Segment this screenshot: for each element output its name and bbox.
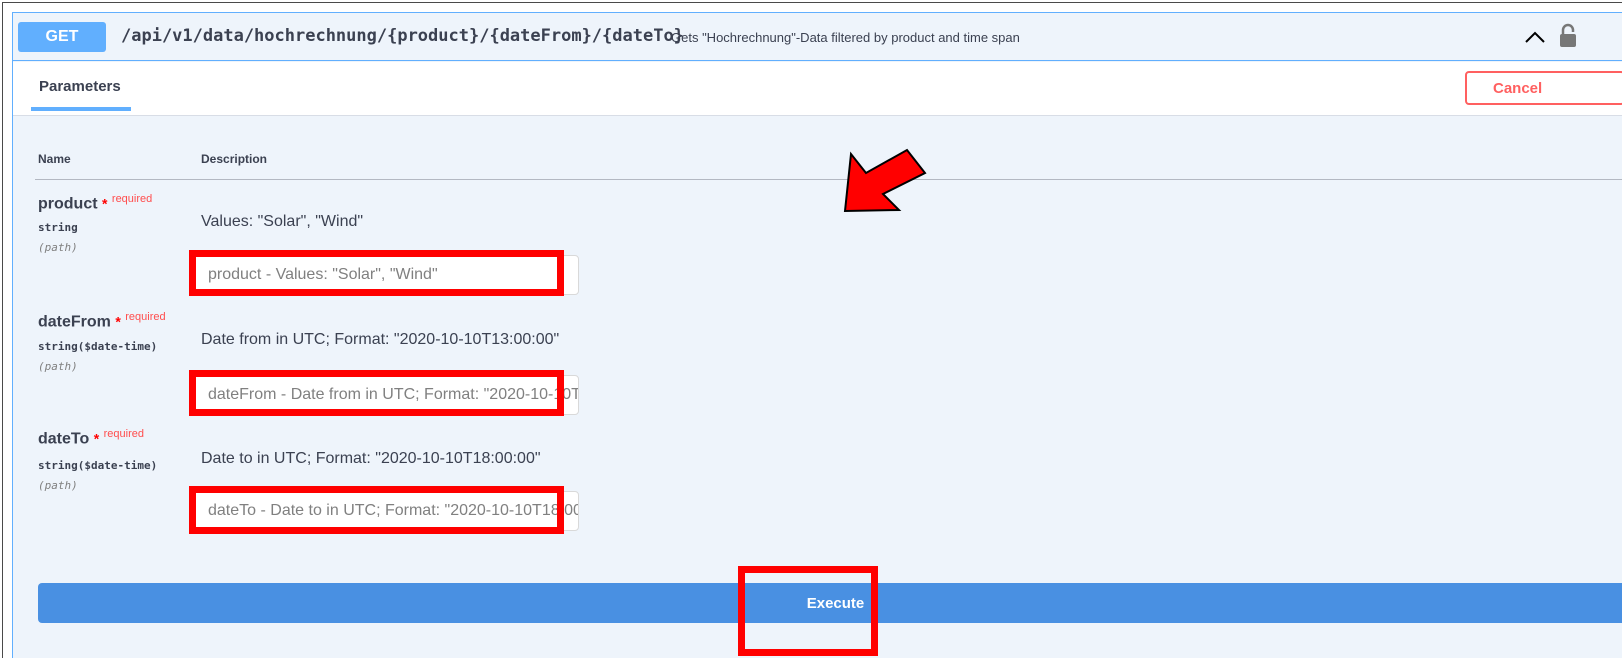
param-description-product: Values: "Solar", "Wind"	[201, 213, 364, 230]
parameters-header: Parameters Cancel	[13, 62, 1622, 116]
param-in-product: (path)	[38, 241, 78, 254]
operation-path: /api/v1/data/hochrechnung/{product}/{dat…	[121, 26, 684, 46]
required-label: required	[103, 428, 144, 440]
param-in-dateto: (path)	[38, 479, 78, 492]
required-label: required	[111, 193, 153, 205]
header-divider	[35, 179, 1622, 180]
param-name-text: product	[38, 195, 98, 213]
product-input[interactable]: product - Values: "Solar", "Wind"	[193, 255, 579, 295]
param-description-dateto: Date to in UTC; Format: "2020-10-10T18:0…	[201, 450, 541, 467]
param-name-text: dateFrom	[38, 313, 111, 331]
operation-summary-text: Gets "Hochrechnung"-Data filtered by pro…	[671, 30, 1020, 45]
dateto-input[interactable]: dateTo - Date to in UTC; Format: "2020-1…	[193, 491, 579, 531]
column-header-name: Name	[38, 152, 71, 166]
param-name-dateto: dateTo * required	[38, 428, 144, 448]
operation-block: GET /api/v1/data/hochrechnung/{product}/…	[12, 12, 1622, 658]
cancel-button[interactable]: Cancel	[1465, 71, 1622, 105]
lock-icon[interactable]	[1558, 23, 1578, 49]
param-name-product: product * required	[38, 193, 152, 213]
execute-button[interactable]: Execute	[38, 583, 1622, 623]
param-in-datefrom: (path)	[38, 360, 78, 373]
param-name-datefrom: dateFrom * required	[38, 311, 166, 331]
operation-summary[interactable]: GET /api/v1/data/hochrechnung/{product}/…	[13, 13, 1622, 61]
param-type-product: string	[38, 221, 78, 234]
arrow-icon	[843, 148, 927, 213]
param-description-datefrom: Date from in UTC; Format: "2020-10-10T13…	[201, 331, 560, 348]
param-type-datefrom: string($date-time)	[38, 340, 158, 353]
tab-parameters[interactable]: Parameters	[39, 78, 121, 95]
required-star: *	[102, 195, 108, 212]
param-name-text: dateTo	[38, 430, 90, 448]
required-star: *	[93, 430, 100, 447]
column-header-description: Description	[201, 152, 268, 166]
param-type-dateto: string($date-time)	[38, 459, 158, 472]
tab-active-indicator	[31, 107, 131, 111]
method-badge: GET	[18, 22, 106, 52]
required-label: required	[125, 311, 166, 323]
chevron-up-icon[interactable]	[1523, 27, 1547, 47]
datefrom-input[interactable]: dateFrom - Date from in UTC; Format: "20…	[193, 375, 579, 415]
required-star: *	[115, 313, 121, 330]
